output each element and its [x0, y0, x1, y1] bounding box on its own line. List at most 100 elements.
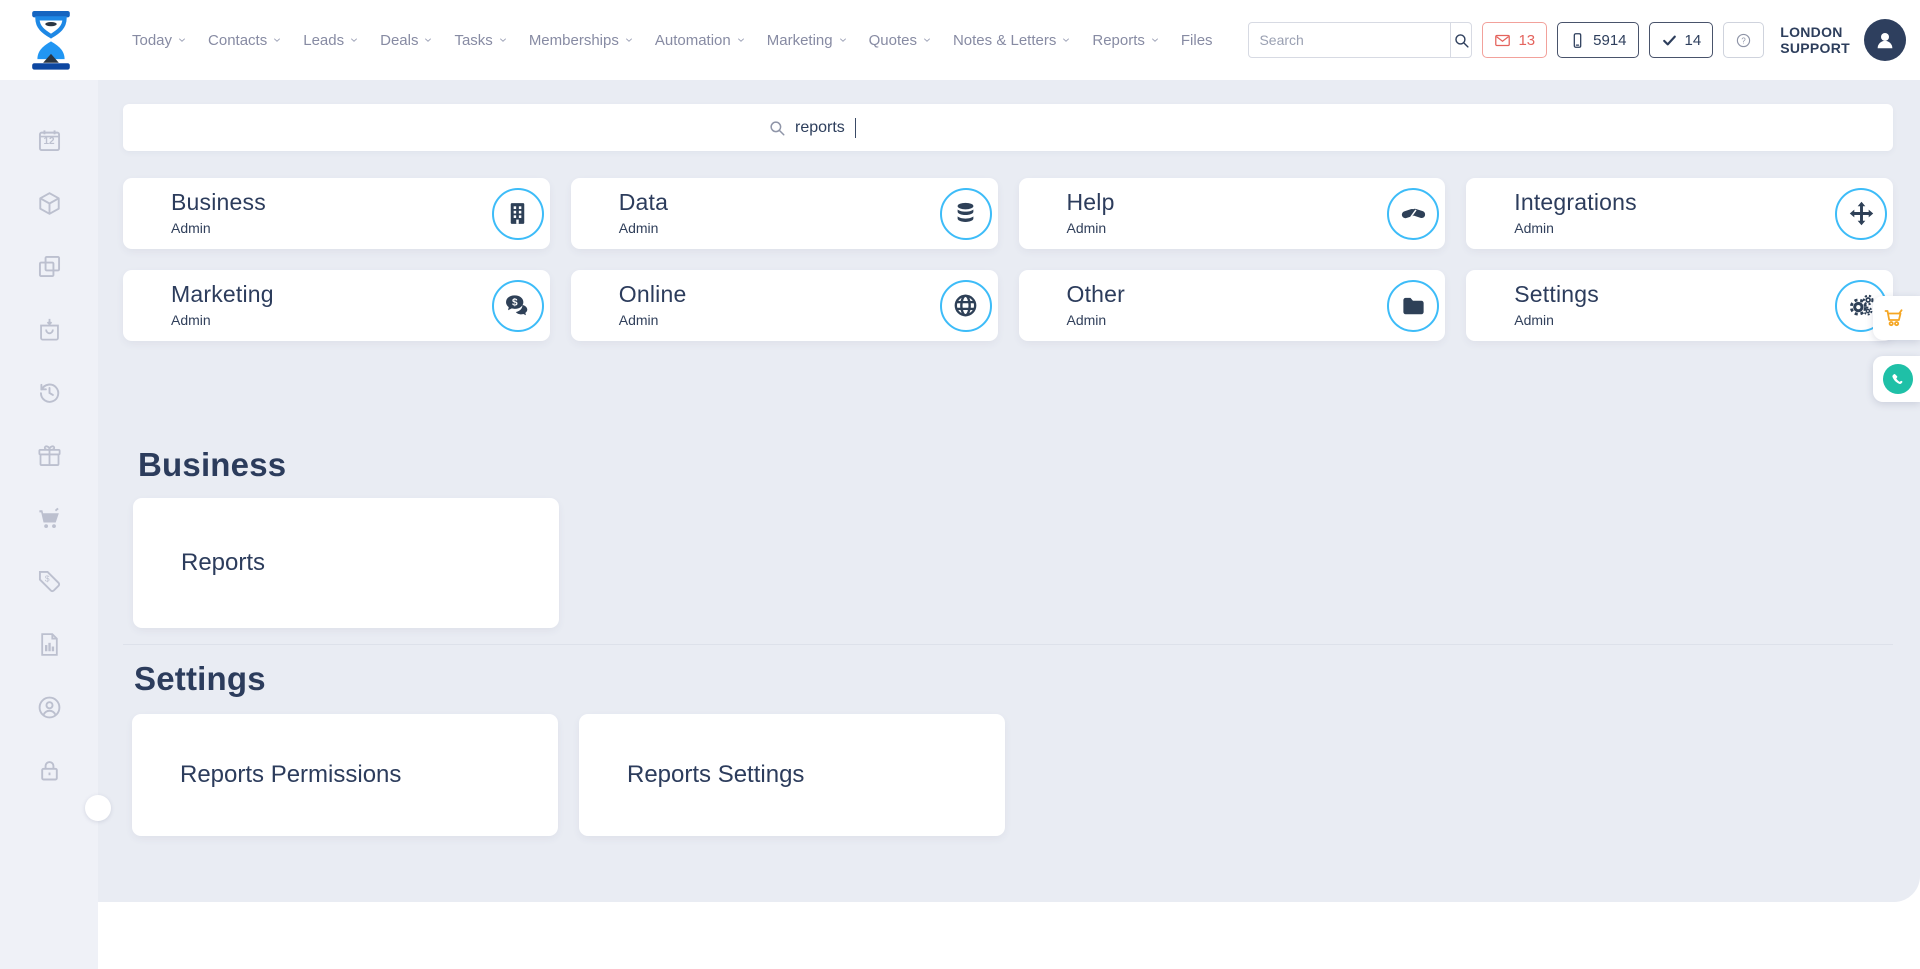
sidebar-item-security[interactable]: [36, 757, 63, 784]
user-circle-icon: [36, 694, 63, 721]
admin-card-marketing[interactable]: MarketingAdmin$: [123, 270, 550, 341]
nav-item-label: Notes & Letters: [953, 32, 1056, 49]
cart-icon: [1883, 306, 1907, 330]
content-search-value: reports: [795, 119, 845, 137]
report-doc-icon: [36, 631, 63, 658]
sidebar-item-duplicates[interactable]: [36, 253, 63, 280]
top-header: Today Contacts Leads Deals Tasks Memberships A…: [0, 0, 1920, 80]
nav-item-label: Tasks: [454, 32, 492, 49]
admin-card-other[interactable]: Other Admin: [1019, 270, 1446, 341]
user-name-line1: LONDON: [1780, 24, 1850, 40]
result-card-label: Reports Settings: [579, 761, 804, 789]
nav-item-marketing[interactable]: Marketing: [767, 32, 848, 49]
status-badges: 13 5914 14?: [1482, 22, 1764, 58]
badge-count: 5914: [1593, 32, 1626, 49]
app-logo[interactable]: [28, 10, 74, 70]
result-card-reports-settings[interactable]: Reports Settings: [579, 714, 1005, 836]
badge-calls[interactable]: 5914: [1557, 22, 1638, 58]
nav-item-leads[interactable]: Leads: [303, 32, 359, 49]
main-content: reports BusinessAdminDataAdminHelpAdminI…: [98, 80, 1920, 902]
sidebar-item-history[interactable]: [36, 379, 63, 406]
nav-item-automation[interactable]: Automation: [655, 32, 746, 49]
main-nav: Today Contacts Leads Deals Tasks Memberships A…: [132, 0, 1213, 80]
sidebar-item-products[interactable]: [36, 190, 63, 217]
building-icon: [492, 188, 544, 240]
admin-card-business[interactable]: BusinessAdmin: [123, 178, 550, 249]
section-cards-business: Reports: [133, 498, 559, 628]
admin-card-settings[interactable]: SettingsAdmin: [1466, 270, 1893, 341]
sidebar-item-account[interactable]: [36, 694, 63, 721]
nav-item-memberships[interactable]: Memberships: [529, 32, 634, 49]
question-icon: ?: [1735, 32, 1752, 49]
handshake-icon: [1387, 188, 1439, 240]
result-card-label: Reports Permissions: [132, 761, 401, 789]
result-card-label: Reports: [133, 549, 265, 577]
badge-tasks-done[interactable]: 14: [1649, 22, 1714, 58]
result-card-reports-permissions[interactable]: Reports Permissions: [132, 714, 558, 836]
mobile-icon: [1569, 32, 1586, 49]
admin-card-title: Settings: [1514, 281, 1599, 308]
copy-icon: [36, 253, 63, 280]
avatar[interactable]: [1864, 19, 1906, 61]
sidebar-item-gifts[interactable]: [36, 442, 63, 469]
admin-card-grid: BusinessAdminDataAdminHelpAdminIntegrati…: [123, 178, 1893, 341]
admin-card-title: Online: [619, 281, 687, 308]
admin-card-integrations[interactable]: IntegrationsAdmin: [1466, 178, 1893, 249]
sidebar-item-calendar[interactable]: 12: [36, 127, 63, 154]
nav-item-deals[interactable]: Deals: [380, 32, 433, 49]
admin-card-help[interactable]: HelpAdmin: [1019, 178, 1446, 249]
admin-card-online[interactable]: OnlineAdmin: [571, 270, 998, 341]
sidebar-collapse-handle[interactable]: [85, 795, 111, 821]
svg-text:?: ?: [1742, 36, 1747, 45]
badge-help[interactable]: ?: [1723, 22, 1764, 58]
badge-messages[interactable]: 13: [1482, 22, 1547, 58]
cart-icon: [36, 505, 63, 532]
check-icon: [1661, 32, 1678, 49]
admin-card-subtitle: Admin: [1067, 312, 1107, 328]
lock-icon: [36, 757, 63, 784]
section-heading-business: Business: [138, 446, 286, 484]
price-tag-icon: $: [36, 568, 63, 595]
nav-item-notes-letters[interactable]: Notes & Letters: [953, 32, 1071, 49]
nav-item-contacts[interactable]: Contacts: [208, 32, 282, 49]
admin-card-title: Help: [1067, 189, 1115, 216]
header-right-cluster: 13 5914 14? LONDON SUPPORT: [1248, 0, 1906, 80]
nav-item-label: Files: [1181, 32, 1213, 49]
nav-item-files[interactable]: Files: [1181, 32, 1213, 49]
nav-item-label: Automation: [655, 32, 731, 49]
result-card-reports[interactable]: Reports: [133, 498, 559, 628]
floating-phone-button[interactable]: [1873, 356, 1920, 402]
section-cards-settings: Reports Permissions Reports Settings: [132, 714, 1005, 836]
user-name-line2: SUPPORT: [1780, 40, 1850, 56]
admin-card-subtitle: Admin: [171, 312, 211, 328]
content-search-bar[interactable]: reports: [123, 104, 1893, 151]
section-divider: [123, 644, 1893, 645]
sidebar-item-reports[interactable]: [36, 631, 63, 658]
nav-item-quotes[interactable]: Quotes: [869, 32, 932, 49]
nav-item-tasks[interactable]: Tasks: [454, 32, 507, 49]
admin-card-title: Other: [1067, 281, 1126, 308]
chevron-down-icon: [838, 35, 848, 45]
search-icon: [768, 119, 786, 137]
search-icon: [1453, 32, 1470, 49]
header-search-button[interactable]: [1450, 23, 1471, 57]
sidebar-item-pricing[interactable]: $: [36, 568, 63, 595]
nav-item-reports[interactable]: Reports: [1092, 32, 1160, 49]
sidebar-item-orders[interactable]: [36, 316, 63, 343]
comments-dollar-icon: $: [492, 280, 544, 332]
globe-icon: [940, 280, 992, 332]
user-name: LONDON SUPPORT: [1780, 24, 1850, 56]
admin-card-title: Integrations: [1514, 189, 1637, 216]
chevron-down-icon: [624, 35, 634, 45]
floating-cart-button[interactable]: [1873, 296, 1920, 340]
chevron-down-icon: [498, 35, 508, 45]
admin-card-title: Data: [619, 189, 668, 216]
header-search-input[interactable]: [1249, 32, 1450, 48]
nav-item-label: Quotes: [869, 32, 917, 49]
sidebar-item-cart[interactable]: [36, 505, 63, 532]
nav-item-today[interactable]: Today: [132, 32, 187, 49]
phone-icon: [1883, 364, 1913, 394]
content-search-inner: reports: [768, 104, 856, 151]
admin-card-data[interactable]: DataAdmin: [571, 178, 998, 249]
nav-item-label: Memberships: [529, 32, 619, 49]
